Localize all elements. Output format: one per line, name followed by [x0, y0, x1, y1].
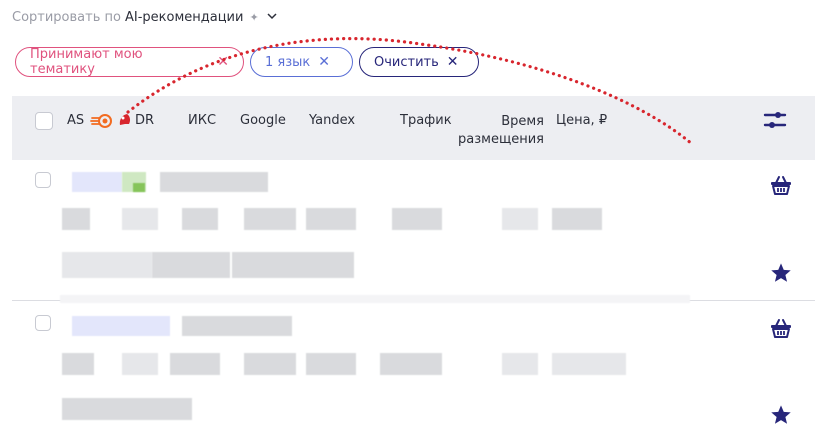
- column-price[interactable]: Цена, ₽: [556, 113, 607, 128]
- redacted-content: [380, 353, 442, 375]
- star-icon[interactable]: [770, 262, 792, 284]
- redacted-content: [62, 208, 90, 230]
- column-placement-time[interactable]: Время размещения: [452, 113, 544, 149]
- semrush-icon: [90, 113, 114, 133]
- redacted-content: [392, 208, 442, 230]
- redacted-content: [502, 353, 538, 375]
- clear-filters-button[interactable]: Очистить ✕: [359, 47, 479, 77]
- basket-icon[interactable]: [770, 174, 792, 196]
- column-traffic[interactable]: Трафик: [400, 113, 452, 128]
- filter-chip-label: 1 язык: [265, 54, 311, 70]
- close-icon[interactable]: ✕: [217, 54, 229, 70]
- redacted-content: [72, 316, 170, 336]
- column-google[interactable]: Google: [240, 113, 286, 128]
- close-icon[interactable]: ✕: [318, 54, 330, 70]
- filter-chip-label: Принимают мою тематику: [30, 47, 143, 77]
- star-icon[interactable]: [770, 404, 792, 426]
- redacted-content: [160, 172, 268, 192]
- column-yandex[interactable]: Yandex: [309, 113, 355, 128]
- redacted-content: [244, 353, 296, 375]
- redacted-content: [306, 208, 356, 230]
- filter-chip-language[interactable]: 1 язык ✕: [250, 47, 353, 77]
- redacted-content: [72, 172, 122, 192]
- sort-control[interactable]: Сортировать по AI-рекомендации ✦: [12, 10, 277, 25]
- redacted-content: [152, 252, 230, 278]
- redacted-content: [170, 353, 220, 375]
- redacted-content: [552, 353, 626, 375]
- ahrefs-icon: [117, 112, 133, 132]
- redacted-content: [182, 208, 218, 230]
- redacted-content: [122, 208, 158, 230]
- column-iks[interactable]: ИКС: [188, 113, 216, 128]
- redacted-content: [133, 183, 145, 192]
- sliders-icon[interactable]: [763, 108, 787, 132]
- clear-filters-label: Очистить: [374, 54, 439, 70]
- redacted-content: [306, 353, 356, 375]
- sort-value[interactable]: AI-рекомендации: [125, 10, 243, 25]
- redacted-content: [122, 353, 158, 375]
- redacted-content: [62, 353, 94, 375]
- sort-label: Сортировать по: [12, 10, 121, 25]
- filter-chip-topic[interactable]: Принимают мою тематику ✕: [15, 47, 244, 77]
- select-all-checkbox[interactable]: [35, 112, 53, 130]
- row-checkbox[interactable]: [35, 172, 51, 188]
- redacted-content: [60, 295, 690, 303]
- redacted-content: [62, 252, 152, 278]
- row-checkbox[interactable]: [35, 315, 51, 331]
- redacted-content: [182, 316, 292, 336]
- active-filters: Принимают мою тематику ✕ 1 язык ✕ Очисти…: [15, 47, 479, 77]
- redacted-content: [244, 208, 296, 230]
- redacted-content: [552, 208, 602, 230]
- redacted-content: [502, 208, 538, 230]
- table-header: AS DR ИКС Google Yandex Трафик Время раз…: [12, 96, 815, 160]
- column-dr[interactable]: DR: [135, 113, 154, 128]
- redacted-content: [232, 252, 354, 278]
- basket-icon[interactable]: [770, 317, 792, 339]
- redacted-content: [62, 398, 192, 420]
- column-as[interactable]: AS: [67, 113, 84, 128]
- sparkle-icon: ✦: [249, 11, 259, 24]
- chevron-down-icon[interactable]: [267, 12, 277, 23]
- close-icon[interactable]: ✕: [447, 54, 459, 70]
